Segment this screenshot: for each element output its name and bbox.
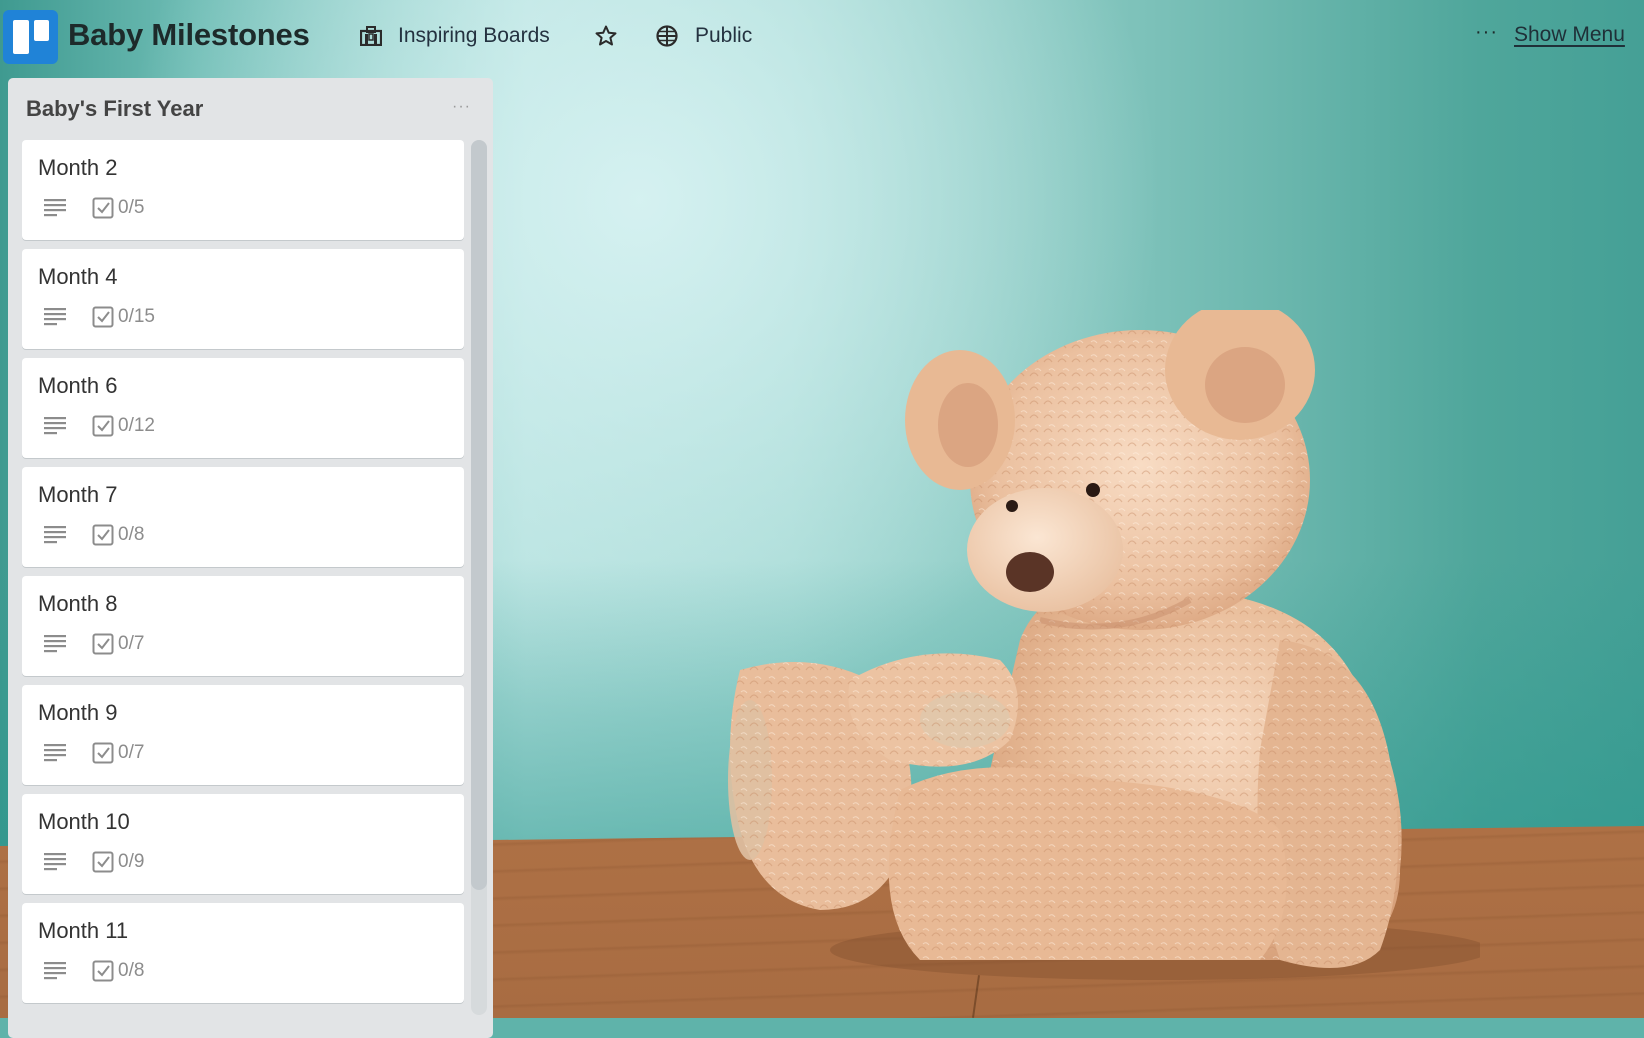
- list-menu-icon[interactable]: ···: [452, 98, 471, 116]
- star-icon: [594, 24, 618, 48]
- description-icon: [44, 743, 68, 763]
- card-title: Month 8: [38, 591, 118, 616]
- card-month-4[interactable]: Month 4 0/15: [22, 249, 464, 349]
- organization-button[interactable]: Inspiring Boards: [360, 22, 550, 50]
- checklist-icon: [92, 742, 114, 764]
- checklist-icon: [92, 960, 114, 982]
- card-month-9[interactable]: Month 9 0/7: [22, 685, 464, 785]
- card-title: Month 2: [38, 155, 118, 180]
- description-icon: [44, 852, 68, 872]
- checklist-badge: 0/8: [92, 524, 144, 546]
- board-title[interactable]: Baby Milestones: [68, 17, 310, 53]
- visibility-button[interactable]: Public: [655, 22, 752, 50]
- description-icon: [44, 307, 68, 327]
- checklist-badge: 0/8: [92, 960, 144, 982]
- description-icon: [44, 416, 68, 436]
- card-badges: 0/5: [44, 196, 144, 220]
- teddy-bear-image: [728, 310, 1480, 980]
- card-badges: 0/8: [44, 959, 144, 983]
- list-scrollbar-thumb[interactable]: [471, 140, 487, 890]
- trello-logo-icon[interactable]: [3, 10, 58, 64]
- list-title[interactable]: Baby's First Year: [26, 96, 203, 122]
- checklist-count: 0/8: [118, 524, 145, 545]
- card-badges: 0/15: [44, 305, 155, 329]
- card-badges: 0/8: [44, 523, 144, 547]
- card-title: Month 9: [38, 700, 118, 725]
- card-title: Month 4: [38, 264, 118, 289]
- briefcase-icon: [360, 26, 382, 46]
- checklist-icon: [92, 306, 114, 328]
- more-options-icon[interactable]: ···: [1475, 22, 1498, 42]
- card-month-2[interactable]: Month 2 0/5: [22, 140, 464, 240]
- card-title: Month 7: [38, 482, 118, 507]
- description-icon: [44, 634, 68, 654]
- card-badges: 0/12: [44, 414, 155, 438]
- card-badges: 0/7: [44, 632, 144, 656]
- card-title: Month 10: [38, 809, 130, 834]
- checklist-badge: 0/7: [92, 742, 144, 764]
- board-header: Baby Milestones Inspiring Boards Public …: [0, 0, 1644, 72]
- list-babys-first-year: Baby's First Year ··· Month 2 0/5 Month …: [8, 78, 493, 1038]
- checklist-icon: [92, 851, 114, 873]
- card-title: Month 11: [38, 918, 129, 943]
- checklist-icon: [92, 524, 114, 546]
- list-scrollbar[interactable]: [471, 140, 487, 1015]
- checklist-badge: 0/7: [92, 633, 144, 655]
- description-icon: [44, 961, 68, 981]
- description-icon: [44, 198, 68, 218]
- checklist-badge: 0/15: [92, 306, 155, 328]
- description-icon: [44, 525, 68, 545]
- card-title: Month 6: [38, 373, 118, 398]
- card-month-8[interactable]: Month 8 0/7: [22, 576, 464, 676]
- show-menu-link[interactable]: Show Menu: [1514, 23, 1625, 47]
- checklist-icon: [92, 415, 114, 437]
- globe-icon: [655, 24, 679, 48]
- organization-label: Inspiring Boards: [398, 24, 550, 47]
- checklist-badge: 0/12: [92, 415, 155, 437]
- checklist-icon: [92, 633, 114, 655]
- checklist-count: 0/12: [118, 415, 155, 436]
- card-month-6[interactable]: Month 6 0/12: [22, 358, 464, 458]
- checklist-count: 0/15: [118, 306, 155, 327]
- card-badges: 0/9: [44, 850, 144, 874]
- card-month-11[interactable]: Month 11 0/8: [22, 903, 464, 1003]
- checklist-badge: 0/9: [92, 851, 144, 873]
- card-month-7[interactable]: Month 7 0/8: [22, 467, 464, 567]
- checklist-count: 0/7: [118, 742, 145, 763]
- card-badges: 0/7: [44, 741, 144, 765]
- checklist-count: 0/5: [118, 197, 145, 218]
- checklist-count: 0/9: [118, 851, 145, 872]
- checklist-count: 0/7: [118, 633, 145, 654]
- checklist-count: 0/8: [118, 960, 145, 981]
- card-month-10[interactable]: Month 10 0/9: [22, 794, 464, 894]
- visibility-label: Public: [695, 24, 753, 47]
- checklist-icon: [92, 197, 114, 219]
- checklist-badge: 0/5: [92, 197, 144, 219]
- star-board-button[interactable]: [594, 22, 618, 50]
